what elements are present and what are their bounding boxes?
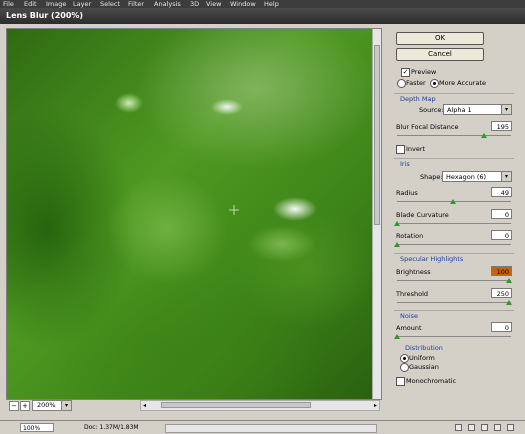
document-size-info: Doc: 1.37M/1.83M [84, 424, 139, 431]
slider-thumb[interactable] [450, 199, 456, 204]
ok-button[interactable]: OK [396, 32, 484, 45]
cancel-button[interactable]: Cancel [396, 48, 484, 61]
status-zoom-field[interactable]: 100% [20, 423, 54, 432]
status-bar: 100% Doc: 1.37M/1.83M [0, 420, 525, 434]
amount-slider[interactable] [394, 334, 511, 340]
uniform-label: Uniform [409, 354, 435, 362]
slider-thumb[interactable] [506, 278, 512, 283]
specular-highlights-header: Specular Highlights [400, 255, 464, 263]
crosshair-cursor-icon [229, 205, 239, 215]
faster-label: Faster [406, 79, 426, 87]
focal-distance-field[interactable]: 195 [491, 121, 512, 131]
scroll-left-arrow-icon[interactable]: ◂ [143, 401, 146, 410]
brightness-field[interactable]: 100 [491, 266, 512, 276]
amount-field[interactable]: 0 [491, 322, 512, 332]
chevron-down-icon: ▾ [501, 105, 511, 114]
more-accurate-radio[interactable] [430, 79, 439, 88]
zoom-out-button[interactable]: − [9, 401, 19, 411]
new-layer-icon[interactable] [494, 424, 501, 431]
shape-label: Shape: [420, 173, 443, 181]
depth-map-header: Depth Map [400, 95, 436, 103]
layer-style-icon[interactable] [468, 424, 475, 431]
horizontal-scroll-thumb[interactable] [161, 402, 311, 408]
chevron-down-icon: ▾ [501, 172, 511, 181]
menu-filter[interactable]: Filter [128, 0, 144, 8]
menu-analysis[interactable]: Analysis [154, 0, 181, 8]
menu-view[interactable]: View [206, 0, 221, 8]
zoom-in-button[interactable]: + [20, 401, 30, 411]
slider-thumb[interactable] [394, 242, 400, 247]
iris-header: Iris [400, 160, 410, 168]
threshold-field[interactable]: 250 [491, 288, 512, 298]
blade-curvature-slider[interactable] [394, 221, 511, 227]
menu-window[interactable]: Window [230, 0, 256, 8]
rotation-slider[interactable] [394, 242, 511, 248]
divider [394, 158, 514, 159]
radius-slider[interactable] [397, 199, 511, 205]
focal-distance-slider[interactable] [397, 133, 511, 139]
dialog-titlebar[interactable]: Lens Blur (200%) [0, 8, 525, 25]
noise-header: Noise [400, 312, 419, 320]
menubar: File Edit Image Layer Select Filter Anal… [0, 0, 525, 8]
invert-label: Invert [406, 145, 426, 153]
threshold-slider[interactable] [397, 300, 512, 306]
menu-select[interactable]: Select [100, 0, 120, 8]
threshold-label: Threshold [396, 290, 429, 298]
vertical-scroll-thumb[interactable] [374, 45, 380, 225]
preview-horizontal-scrollbar[interactable]: ◂ ▸ [140, 400, 380, 411]
scroll-right-arrow-icon[interactable]: ▸ [374, 401, 377, 410]
menu-help[interactable]: Help [264, 0, 279, 8]
slider-thumb[interactable] [394, 334, 400, 339]
divider [394, 93, 514, 94]
status-scrollbar[interactable] [165, 424, 377, 433]
menu-layer[interactable]: Layer [73, 0, 91, 8]
blade-curvature-field[interactable]: 0 [491, 209, 512, 219]
preview-image [7, 29, 373, 399]
link-layers-icon[interactable] [455, 424, 462, 431]
uniform-radio[interactable] [400, 354, 409, 363]
source-select[interactable]: Alpha 1 ▾ [443, 104, 512, 115]
monochromatic-label: Monochromatic [406, 377, 457, 385]
slider-thumb[interactable] [394, 221, 400, 226]
rotation-field[interactable]: 0 [491, 230, 512, 240]
blade-curvature-label: Blade Curvature [396, 211, 449, 219]
menu-file[interactable]: File [3, 0, 14, 8]
menu-image[interactable]: Image [46, 0, 66, 8]
shape-select[interactable]: Hexagon (6) ▾ [442, 171, 512, 182]
more-accurate-label: More Accurate [439, 79, 486, 87]
preview-label: Preview [411, 68, 437, 76]
zoom-select[interactable]: 200% ▾ [32, 400, 72, 411]
shape-value: Hexagon (6) [446, 173, 487, 181]
radius-label: Radius [396, 189, 418, 197]
divider [394, 253, 514, 254]
monochromatic-checkbox[interactable] [396, 377, 405, 386]
faster-radio[interactable] [397, 79, 406, 88]
menu-3d[interactable]: 3D [190, 0, 199, 8]
distribution-header: Distribution [405, 344, 443, 352]
invert-checkbox[interactable] [396, 145, 405, 154]
slider-thumb[interactable] [481, 133, 487, 138]
zoom-value: 200% [37, 401, 56, 409]
new-group-icon[interactable] [481, 424, 488, 431]
brightness-slider[interactable] [397, 278, 512, 284]
menu-edit[interactable]: Edit [24, 0, 37, 8]
focal-distance-label: Blur Focal Distance [396, 123, 459, 131]
dialog-title: Lens Blur (200%) [6, 11, 84, 20]
preview-vertical-scrollbar[interactable] [372, 29, 381, 399]
slider-thumb[interactable] [506, 300, 512, 305]
gaussian-label: Gaussian [409, 363, 439, 371]
divider [394, 310, 514, 311]
amount-label: Amount [396, 324, 422, 332]
radius-field[interactable]: 49 [491, 187, 512, 197]
preview-checkbox[interactable]: ✓ [401, 68, 410, 77]
preview-area[interactable] [6, 28, 382, 400]
trash-icon[interactable] [507, 424, 514, 431]
source-label: Source: [419, 106, 444, 114]
brightness-label: Brightness [396, 268, 431, 276]
rotation-label: Rotation [396, 232, 424, 240]
chevron-down-icon: ▾ [61, 401, 71, 410]
gaussian-radio[interactable] [400, 363, 409, 372]
source-value: Alpha 1 [447, 106, 472, 114]
